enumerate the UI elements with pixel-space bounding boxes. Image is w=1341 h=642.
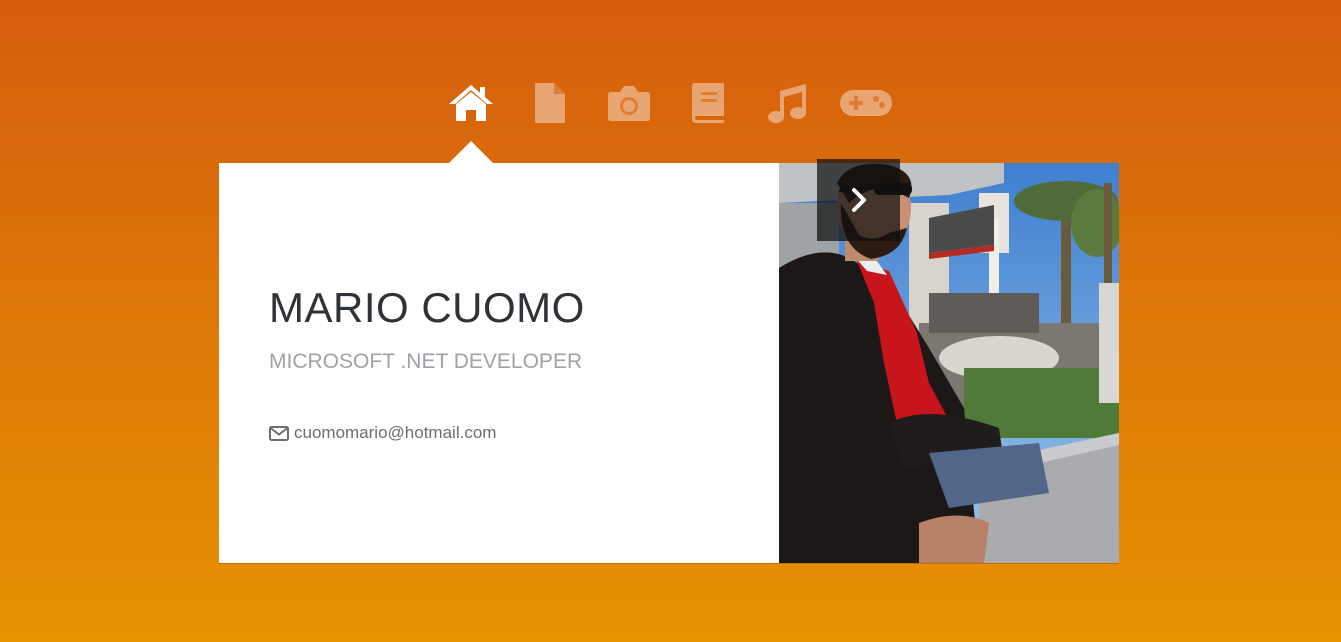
envelope-icon xyxy=(269,425,289,441)
active-tab-pointer xyxy=(449,141,493,163)
profile-name: MARIO CUOMO xyxy=(269,284,585,331)
photo-next-button[interactable] xyxy=(817,159,900,241)
music-icon xyxy=(768,84,806,123)
main-nav xyxy=(0,80,1341,130)
nav-documents[interactable] xyxy=(523,80,577,126)
home-icon xyxy=(449,85,493,121)
nav-home[interactable] xyxy=(444,80,498,126)
chevron-right-icon xyxy=(851,188,866,212)
profile-card: MARIO CUOMO MICROSOFT .NET DEVELOPER cuo… xyxy=(219,163,1119,563)
gamepad-icon xyxy=(840,90,892,116)
email-address: cuomomario@hotmail.com xyxy=(294,423,497,442)
document-icon xyxy=(535,83,565,123)
email-link[interactable]: cuomomario@hotmail.com xyxy=(269,421,496,445)
profile-title: MICROSOFT .NET DEVELOPER xyxy=(269,350,583,373)
nav-games[interactable] xyxy=(839,80,893,126)
nav-blog[interactable] xyxy=(681,80,735,126)
nav-music[interactable] xyxy=(760,80,814,126)
nav-photos[interactable] xyxy=(602,80,656,126)
camera-icon xyxy=(608,86,650,121)
book-icon xyxy=(692,83,724,123)
